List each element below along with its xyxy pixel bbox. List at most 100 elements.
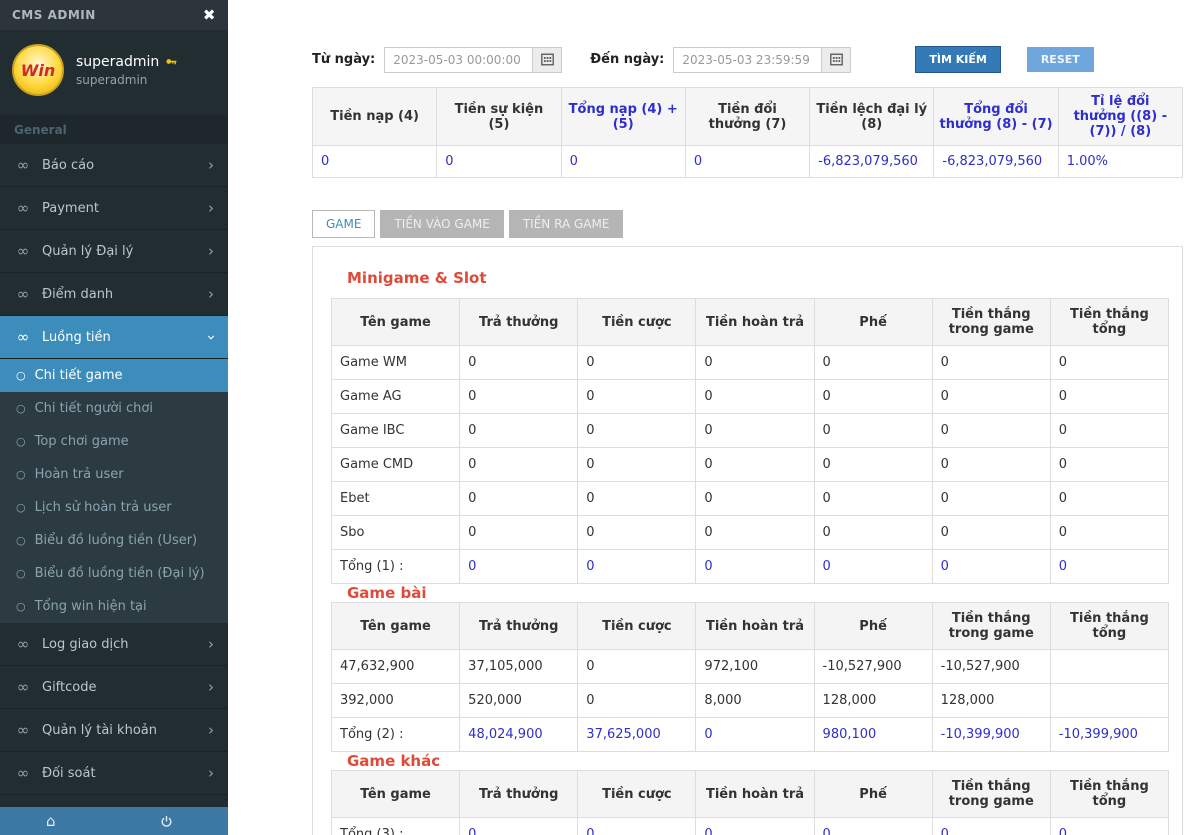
calendar-icon [540,53,554,66]
table-cell: Ebet [330,481,461,516]
chevron-down-icon: › [202,334,221,340]
total-value-cell: 37,625,000 [577,717,697,752]
home-icon[interactable]: ⌂ [46,812,56,830]
sidebar-subitem[interactable]: ○ Lịch sử hoàn trả user [0,491,228,524]
total-value-cell: 0 [695,717,815,752]
total-value-cell: 0 [1049,549,1170,584]
link-icon: ∞ [16,199,30,217]
to-date-input[interactable] [673,46,822,73]
user-name: superadmin [76,53,160,70]
summary-header-cell: Tiền sự kiện (5) [436,87,562,146]
table-cell: 128,000 [813,683,933,718]
table-cell: 0 [1049,447,1170,482]
link-icon: ∞ [16,721,30,739]
sidebar-subitem-label: Tổng win hiện tại [34,599,147,614]
table-cell: 0 [577,683,697,718]
section-title: Game khác [347,752,441,770]
sidebar-subitem[interactable]: ○ Biểu đồ luồng tiền (Đại lý) [0,557,228,590]
summary-value-row: 0 0 0 0 -6,823,079,560 -6,823,079,560 1.00% [311,145,1184,178]
column-header-row: Tên game Trả thưởng Tiền cược Tiền hoàn trả… [330,602,1170,650]
sidebar-subitem[interactable]: ○ Chi tiết người chơi [0,392,228,425]
table-cell: 0 [695,481,815,516]
reset-button[interactable]: RESET [1026,47,1094,72]
column-header: Tiền thắng trong game [931,770,1051,818]
column-header: Tên game [330,298,461,346]
column-header: Tiền thắng trong game [931,298,1051,346]
sidebar-subitem-label: Chi tiết game [34,368,123,383]
tab-bar: GAME TIỀN VÀO GAME TIỀN RA GAME [312,210,1183,238]
tab[interactable]: GAME [312,210,376,238]
table-cell: 0 [1049,345,1170,380]
sidebar-item[interactable]: ∞ Đối soát › [0,752,228,795]
sidebar-subitem-label: Lịch sử hoàn trả user [34,500,172,515]
sidebar-item[interactable]: ∞ Payment › [0,187,228,230]
sidebar-subitem[interactable]: ○ Tổng win hiện tại [0,590,228,623]
link-icon: ∞ [16,328,30,346]
sidebar-subitem[interactable]: ○ Chi tiết game [0,359,228,392]
link-icon: ∞ [16,678,30,696]
sidebar-subitem[interactable]: ○ Top chơi game [0,425,228,458]
table-cell: 0 [577,481,697,516]
table-cell: 0 [813,515,933,550]
column-header: Tiền thắng tổng [1049,298,1170,346]
calendar-icon [830,53,843,66]
total-value-cell: 0 [695,549,815,584]
app-title: CMS ADMIN [12,8,96,22]
to-calendar-button[interactable] [821,46,852,73]
total-value-cell: 0 [459,549,579,584]
table-row: 47,632,900 37,105,000 0 972,100 -10,527,900-… [330,649,1170,684]
sidebar-subitem[interactable]: ○ Biểu đồ luồng tiền (User) [0,524,228,557]
to-date-label: Đến ngày: [590,52,665,67]
from-date-input[interactable] [384,46,533,73]
sidebar-item[interactable]: ∞ Quản lý tài khoản › [0,709,228,752]
power-icon[interactable] [160,815,173,828]
search-button[interactable]: TÌM KIẾM [915,46,1001,73]
table-cell: 8,000 [695,683,815,718]
from-calendar-button[interactable] [532,46,563,73]
sidebar-item[interactable]: ∞ Luồng tiền › [0,316,228,359]
close-icon[interactable]: ✖ [203,7,216,23]
sidebar-item[interactable]: ∞ Log giao dịch › [0,623,228,666]
table-cell: 0 [1049,379,1170,414]
sidebar-section-label: General [0,114,228,144]
table-cell [1049,649,1170,684]
summary-table: Tiền nạp (4) Tiền sự kiện (5) Tổng nạp (4)… [311,87,1184,178]
section-title: Game bài [347,584,427,602]
sidebar-item[interactable]: ∞ Quản lý Đại lý › [0,230,228,273]
sidebar-item[interactable]: ∞ Giftcode › [0,666,228,709]
table-cell: 0 [577,345,697,380]
table-cell: -10,527,900 [931,649,1051,684]
filter-buttons: TÌM KIẾM RESET [915,46,1094,73]
table-row: Game AG 0 0 0 0 0 0 [330,379,1170,414]
column-header-row: Tên game Trả thưởng Tiền cược Tiền hoàn trả… [330,770,1170,818]
summary-value-cell: 1.00% [1057,145,1184,178]
column-header: Tên game [330,770,461,818]
sidebar-item-label: Quản lý tài khoản [42,722,157,738]
circle-icon: ○ [16,600,26,613]
tab[interactable]: TIỀN RA GAME [508,210,624,238]
sidebar-menu: ∞ Báo cáo › ∞ Payment › ∞ Quản lý Đại lý › ∞ Điểm … [0,144,228,795]
column-header: Tiền cược [577,298,697,346]
game-panel: Minigame & Slot Tên game Trả thưởng Tiền cư… [312,246,1183,835]
from-date-label: Từ ngày: [312,52,376,67]
table-cell: 0 [813,413,933,448]
table-cell: 0 [931,413,1051,448]
to-date-group [673,46,852,73]
total-label-cell: Tổng (1) : [330,549,461,584]
sidebar: CMS ADMIN ✖ Win superadmin superadmin Ge… [0,0,228,835]
sidebar-subitem-label: Chi tiết người chơi [34,401,153,416]
table-cell: 0 [931,515,1051,550]
sidebar-item[interactable]: ∞ Điểm danh › [0,273,228,316]
summary-header-cell: Tổng đổi thưởng (8) - (7) [933,87,1059,146]
total-value-cell: 0 [459,817,579,835]
table-cell: 0 [813,481,933,516]
table-cell: 972,100 [695,649,815,684]
logo-text: Win [20,60,56,80]
tab[interactable]: TIỀN VÀO GAME [380,210,504,238]
table-cell: 0 [459,515,579,550]
sidebar-subitem-label: Top chơi game [34,434,129,449]
sidebar-subitem[interactable]: ○ Hoàn trả user [0,458,228,491]
summary-header-cell: Tổng nạp (4) +(5) [560,87,686,146]
sidebar-item[interactable]: ∞ Báo cáo › [0,144,228,187]
circle-icon: ○ [16,402,26,415]
